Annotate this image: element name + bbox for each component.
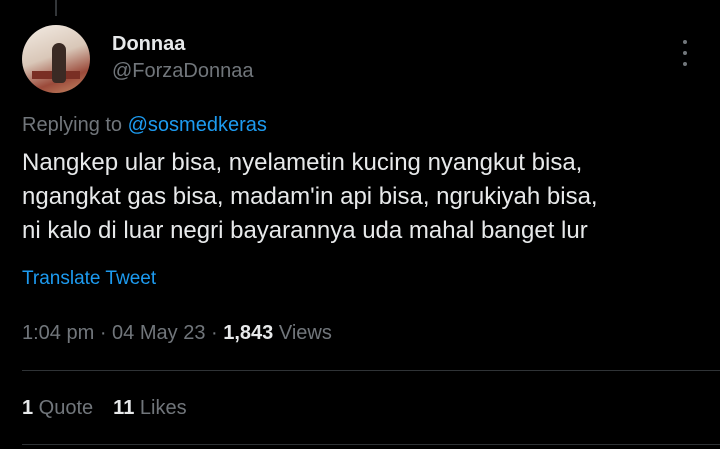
tweet-meta: 1:04 pm · 04 May 23 · 1,843 Views <box>22 322 332 345</box>
meta-separator: · <box>205 322 224 344</box>
avatar-figure-shape <box>52 43 66 83</box>
translate-tweet-link[interactable]: Translate Tweet <box>22 268 156 290</box>
likes-label: Likes <box>134 397 187 419</box>
replying-to-link[interactable]: @sosmedkeras <box>128 114 267 136</box>
quotes-count: 1 <box>22 397 34 419</box>
more-dot <box>683 40 687 44</box>
quotes-stat[interactable]: 1 Quote <box>22 397 93 419</box>
views-count[interactable]: 1,843 <box>223 322 273 344</box>
author-name[interactable]: Donnaa <box>112 33 185 56</box>
meta-separator: · <box>94 322 113 344</box>
views-label: Views <box>273 322 332 344</box>
tweet-time[interactable]: 1:04 pm <box>22 322 94 344</box>
more-dot <box>683 51 687 55</box>
divider <box>22 370 720 371</box>
more-dot <box>683 62 687 66</box>
more-vertical-icon[interactable] <box>676 40 694 66</box>
quotes-label: Quote <box>33 397 94 419</box>
tweet-date[interactable]: 04 May 23 <box>112 322 205 344</box>
author-handle[interactable]: @ForzaDonnaa <box>112 60 253 83</box>
likes-stat[interactable]: 11 Likes <box>113 397 186 419</box>
replying-prefix: Replying to <box>22 114 128 136</box>
divider <box>22 444 720 445</box>
thread-connector-line <box>55 0 57 16</box>
tweet-text: Nangkep ular bisa, nyelametin kucing nya… <box>22 149 598 244</box>
avatar[interactable] <box>22 25 90 93</box>
replying-to-line: Replying to @sosmedkeras <box>22 114 267 137</box>
likes-count: 11 <box>113 397 135 419</box>
engagement-stats: 1 Quote 11 Likes <box>22 397 187 420</box>
